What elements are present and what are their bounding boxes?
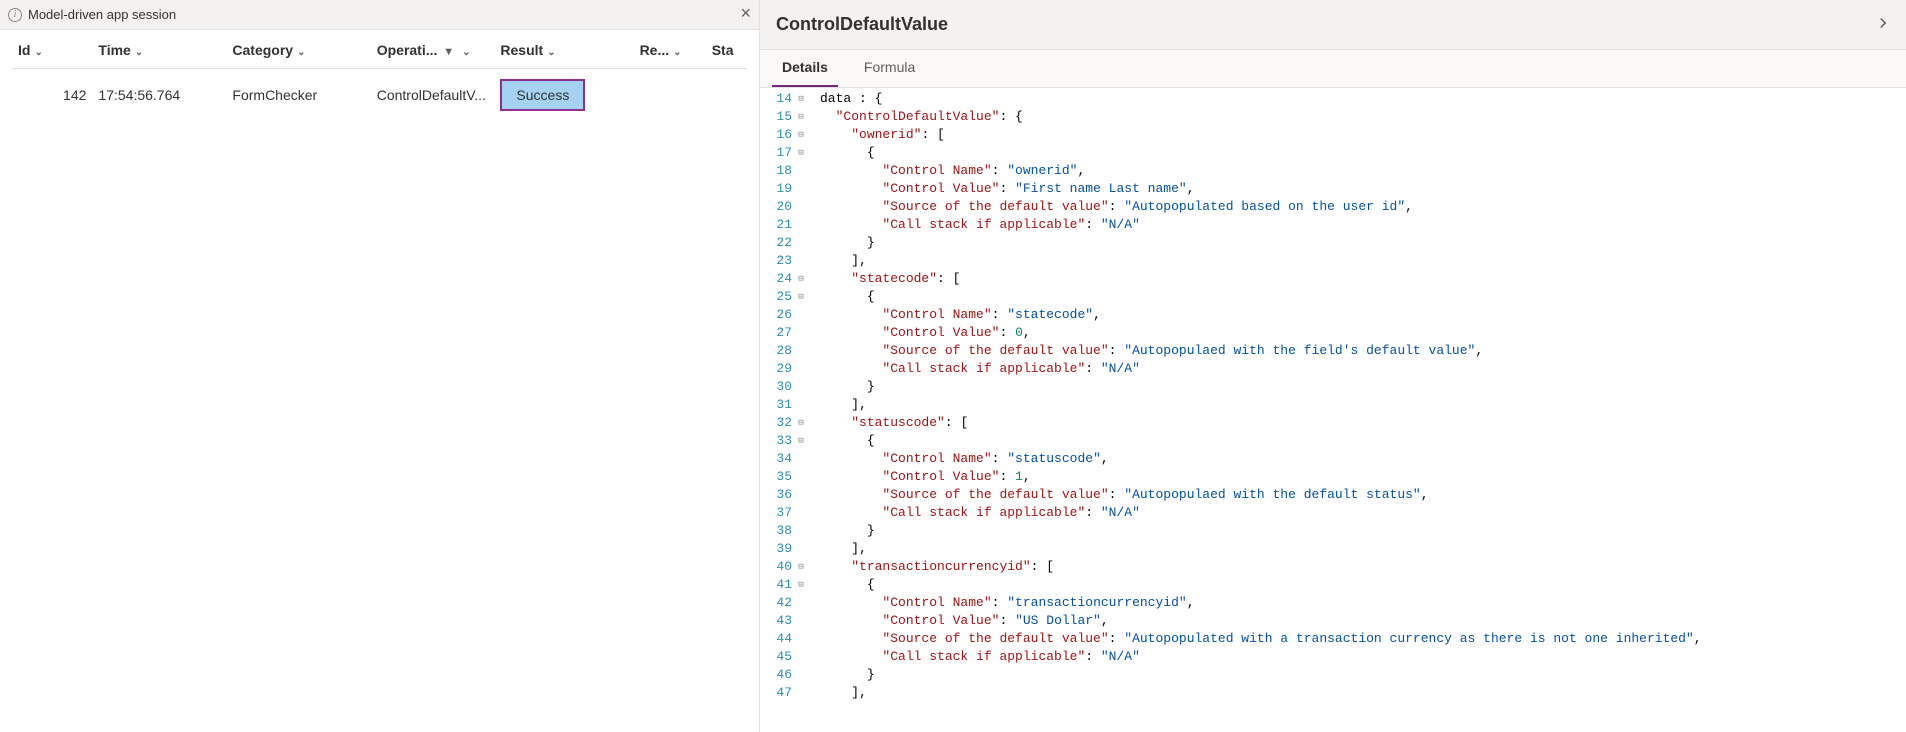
col-header-id[interactable]: Id⌄ <box>12 30 92 69</box>
cell-result: Success <box>494 69 633 122</box>
right-pane: ControlDefaultValue Details Formula 14⊟1… <box>760 0 1906 732</box>
tab-formula[interactable]: Formula <box>854 51 925 87</box>
cell-re <box>634 69 706 122</box>
events-grid: Id⌄ Time⌄ Category⌄ Operati... ▼ ⌄ Resul <box>12 30 747 121</box>
col-header-result[interactable]: Result⌄ <box>494 30 633 69</box>
cell-time: 17:54:56.764 <box>92 69 226 122</box>
cell-sta <box>706 69 747 122</box>
chevron-down-icon: ⌄ <box>462 47 470 58</box>
grid-header-row: Id⌄ Time⌄ Category⌄ Operati... ▼ ⌄ Resul <box>12 30 747 69</box>
chevron-right-icon[interactable] <box>1874 14 1892 35</box>
code-content[interactable]: data : { "ControlDefaultValue": { "owner… <box>812 88 1906 732</box>
filter-icon[interactable]: ▼ <box>443 46 454 58</box>
chevron-down-icon: ⌄ <box>34 47 42 58</box>
chevron-down-icon: ⌄ <box>547 47 555 58</box>
left-pane-header: i Model-driven app session × <box>0 0 759 30</box>
info-icon: i <box>8 8 22 22</box>
tabs: Details Formula <box>760 50 1906 88</box>
chevron-down-icon: ⌄ <box>297 47 305 58</box>
code-editor[interactable]: 14⊟15⊟16⊟17⊟18192021222324⊟25⊟2627282930… <box>760 88 1906 732</box>
cell-id: 142 <box>12 69 92 122</box>
chevron-down-icon: ⌄ <box>135 47 143 58</box>
chevron-down-icon: ⌄ <box>673 47 681 58</box>
tab-details[interactable]: Details <box>772 51 838 87</box>
left-pane-title: Model-driven app session <box>28 7 176 22</box>
line-gutter: 14⊟15⊟16⊟17⊟18192021222324⊟25⊟2627282930… <box>760 88 812 732</box>
right-pane-header: ControlDefaultValue <box>760 0 1906 50</box>
cell-category: FormChecker <box>226 69 370 122</box>
grid-wrap: Id⌄ Time⌄ Category⌄ Operati... ▼ ⌄ Resul <box>0 30 759 732</box>
col-header-re[interactable]: Re...⌄ <box>634 30 706 69</box>
cell-operation: ControlDefaultV... <box>371 69 495 122</box>
col-header-category[interactable]: Category⌄ <box>226 30 370 69</box>
col-header-time[interactable]: Time⌄ <box>92 30 226 69</box>
close-icon[interactable]: × <box>740 4 751 22</box>
result-pill[interactable]: Success <box>500 79 585 111</box>
left-pane: i Model-driven app session × Id⌄ Time⌄ C… <box>0 0 760 732</box>
table-row[interactable]: 142 17:54:56.764 FormChecker ControlDefa… <box>12 69 747 122</box>
col-header-operation[interactable]: Operati... ▼ ⌄ <box>371 30 495 69</box>
col-header-sta[interactable]: Sta <box>706 30 747 69</box>
right-pane-title: ControlDefaultValue <box>776 14 948 35</box>
